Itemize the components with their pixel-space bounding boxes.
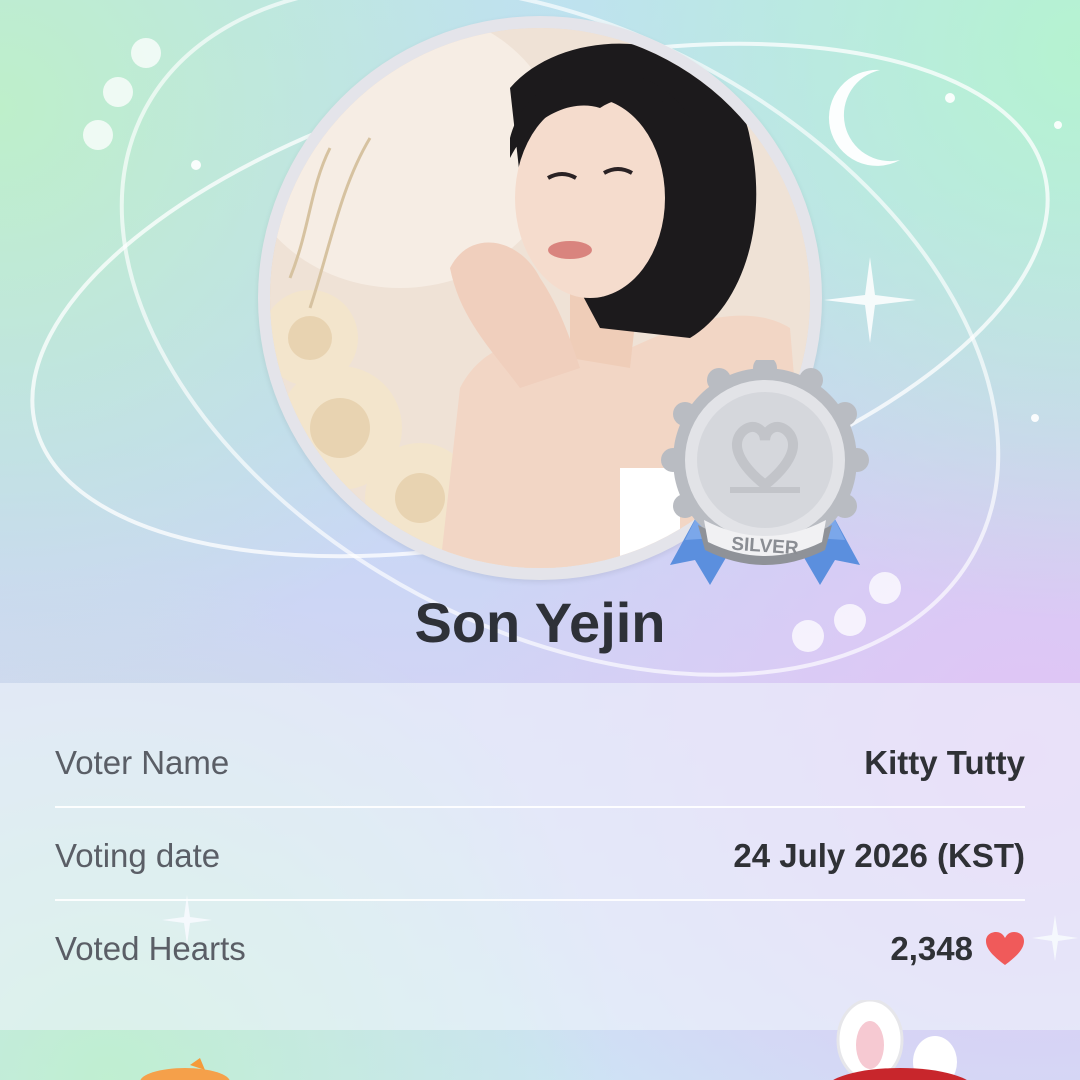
voted-hearts-row: Voted Hearts 2,348 — [55, 902, 1025, 995]
voting-date-value: 24 July 2026 (KST) — [733, 837, 1025, 874]
moon-icon — [828, 69, 900, 166]
idol-name: Son Yejin — [414, 591, 666, 654]
divider — [55, 899, 1025, 901]
heart-icon — [986, 931, 1024, 965]
sparkle-icon — [824, 257, 916, 343]
vote-certificate-card: SILVER Son Yejin Voter Name Kitty Tutty … — [0, 0, 1080, 1080]
voter-name-value: Kitty Tutty — [864, 744, 1025, 781]
voting-date-label: Voting date — [55, 837, 221, 874]
bottom-decoration — [140, 1000, 967, 1080]
medal-icon: SILVER — [661, 360, 869, 585]
divider — [55, 806, 1025, 808]
voted-hearts-value: 2,348 — [890, 930, 973, 967]
voter-name-label: Voter Name — [55, 744, 230, 781]
voting-date-row: Voting date 24 July 2026 (KST) — [55, 809, 1025, 902]
voter-name-row: Voter Name Kitty Tutty — [55, 716, 1025, 809]
voted-hearts-label: Voted Hearts — [55, 930, 246, 967]
